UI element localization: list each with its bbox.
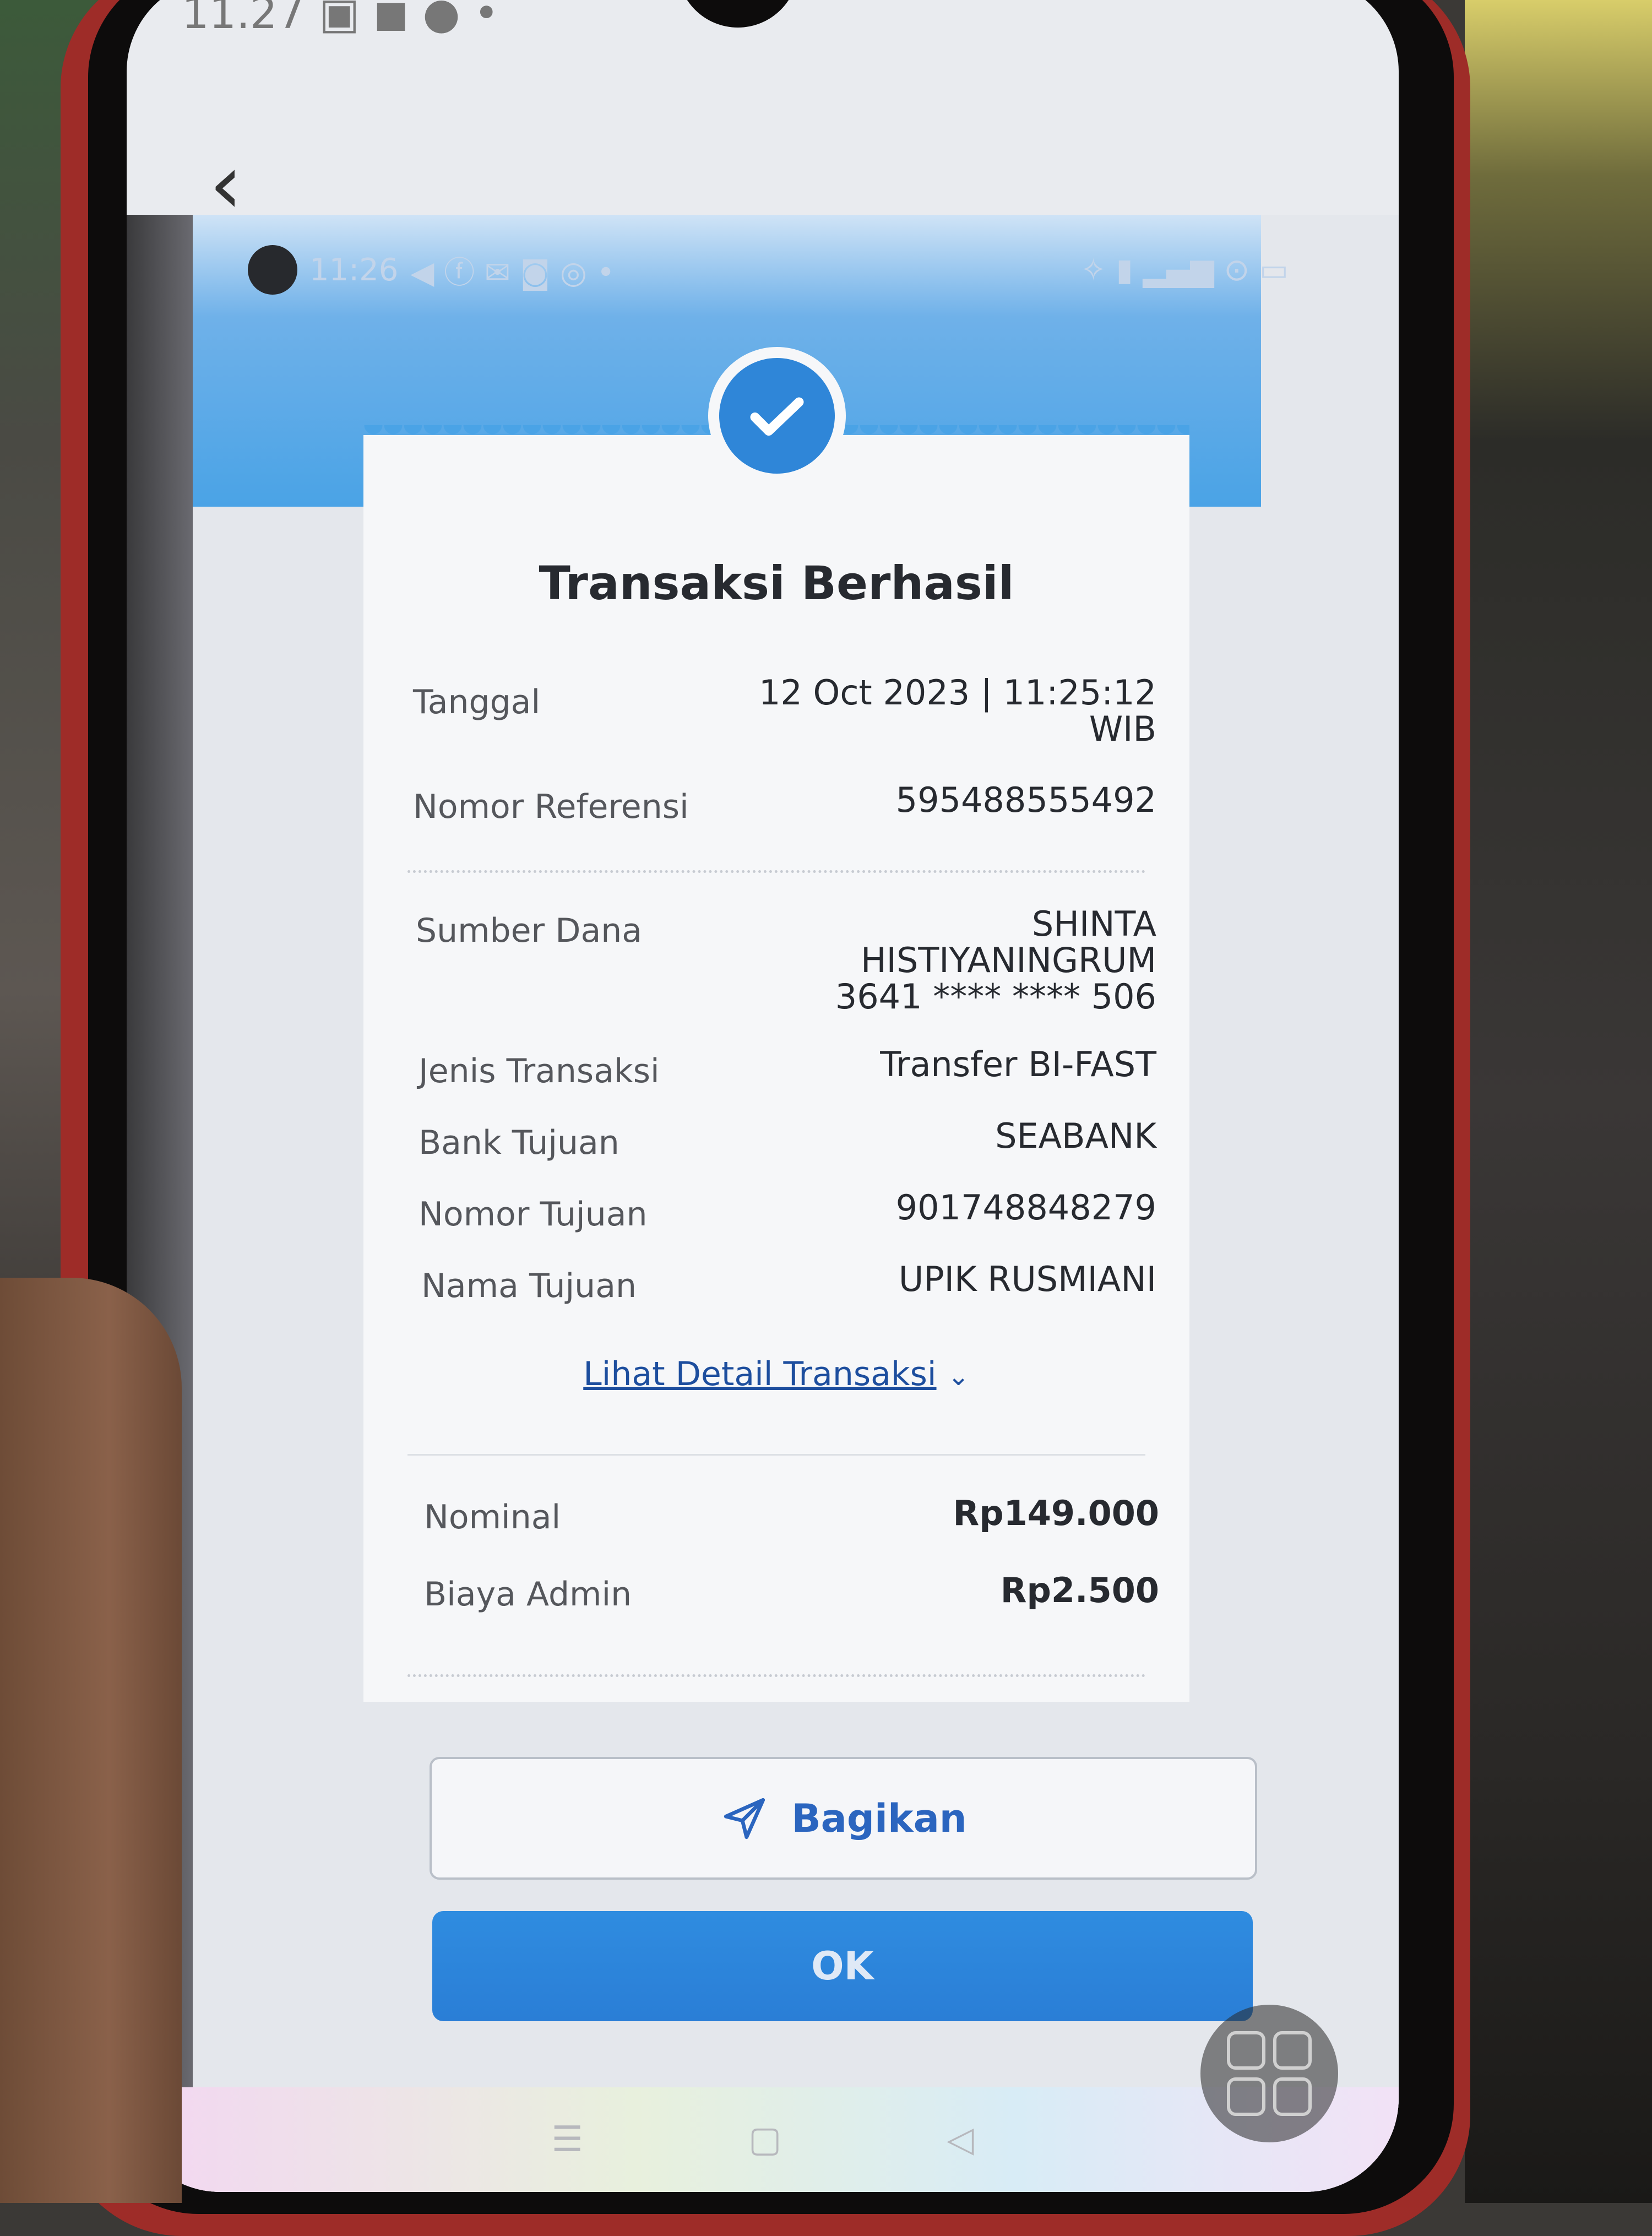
finger (0, 1278, 182, 2203)
detail-transaction-link[interactable]: Lihat Detail Transaksi ⌄ (363, 1355, 1189, 1393)
share-button[interactable]: Bagikan (430, 1757, 1257, 1880)
value-jenis-transaksi: Transfer BI-FAST (880, 1044, 1156, 1084)
value-sumber-dana-line2: HISTIYANINGRUM (861, 940, 1156, 980)
value-tanggal: 12 Oct 2023 | 11:25:12 WIB (677, 675, 1156, 747)
detail-link-label[interactable]: Lihat Detail Transaksi (583, 1355, 936, 1393)
label-bank-tujuan: Bank Tujuan (419, 1124, 620, 1162)
value-nominal: Rp149.000 (953, 1493, 1159, 1533)
check-icon (719, 358, 835, 474)
label-biaya-admin: Biaya Admin (424, 1575, 632, 1614)
divider (407, 870, 1145, 873)
value-nomor-tujuan: 901748848279 (895, 1187, 1156, 1228)
label-nominal: Nominal (424, 1498, 561, 1537)
notification-icons: ◀ ⓕ ✉ ◙ ◎ • (410, 254, 615, 291)
value-sumber-dana: SHINTA HISTIYANINGRUM 3641 **** **** 506 (677, 906, 1156, 1015)
divider (407, 1674, 1145, 1677)
value-tanggal-line1: 12 Oct 2023 | 11:25:12 (758, 672, 1156, 713)
share-send-icon (724, 1798, 765, 1839)
camera-dot (248, 245, 297, 295)
receipt-title: Transaksi Berhasil (539, 556, 1014, 610)
camera-notch (677, 0, 798, 28)
ok-button[interactable]: OK (432, 1911, 1253, 2021)
share-button-label: Bagikan (791, 1795, 967, 1841)
ok-button-label: OK (811, 1944, 874, 1989)
label-nomor-referensi: Nomor Referensi (413, 788, 689, 826)
system-icons: ✧ ▮ ▂▄▆ ⊙ ▭ (1080, 252, 1289, 288)
value-nomor-referensi: 595488555492 (895, 780, 1156, 820)
label-nomor-tujuan: Nomor Tujuan (419, 1195, 648, 1234)
inner-status-time: 11:26 (309, 252, 399, 288)
photo-backdrop-right (1465, 0, 1652, 2203)
menu-nav-icon[interactable]: ☰ (551, 2119, 583, 2160)
phone-screen: 11.27 ▣ ◼ ● • ‹ 11:26 ◀ ⓕ ✉ ◙ ◎ • ✧ ▮ ▂▄… (127, 0, 1399, 2192)
label-tanggal: Tanggal (413, 683, 541, 721)
value-tanggal-line2: WIB (1089, 709, 1156, 749)
inner-status-bar: 11:26 ◀ ⓕ ✉ ◙ ◎ • ✧ ▮ ▂▄▆ ⊙ ▭ (248, 242, 1289, 297)
value-sumber-dana-line3: 3641 **** **** 506 (835, 976, 1156, 1017)
value-bank-tujuan: SEABANK (995, 1116, 1156, 1156)
home-nav-icon[interactable]: ▢ (748, 2119, 781, 2160)
label-nama-tujuan: Nama Tujuan (421, 1267, 637, 1305)
label-jenis-transaksi: Jenis Transaksi (419, 1052, 660, 1090)
chevron-down-icon: ⌄ (947, 1361, 970, 1392)
transaction-receipt-screen: 11:26 ◀ ⓕ ✉ ◙ ◎ • ✧ ▮ ▂▄▆ ⊙ ▭ Transaksi … (127, 215, 1399, 2192)
status-icons: ▣ ◼ ● • (319, 0, 499, 39)
floating-grid-icon[interactable] (1200, 2005, 1338, 2142)
value-sumber-dana-line1: SHINTA (1031, 904, 1156, 944)
outer-status-time: 11.27 (182, 0, 305, 39)
outer-status-bar: 11.27 ▣ ◼ ● • (182, 0, 499, 50)
back-nav-icon[interactable]: ◁ (947, 2119, 974, 2160)
value-biaya-admin: Rp2.500 (1000, 1570, 1159, 1610)
divider (407, 1454, 1145, 1456)
value-nama-tujuan: UPIK RUSMIANI (898, 1259, 1156, 1299)
label-sumber-dana: Sumber Dana (416, 911, 643, 950)
